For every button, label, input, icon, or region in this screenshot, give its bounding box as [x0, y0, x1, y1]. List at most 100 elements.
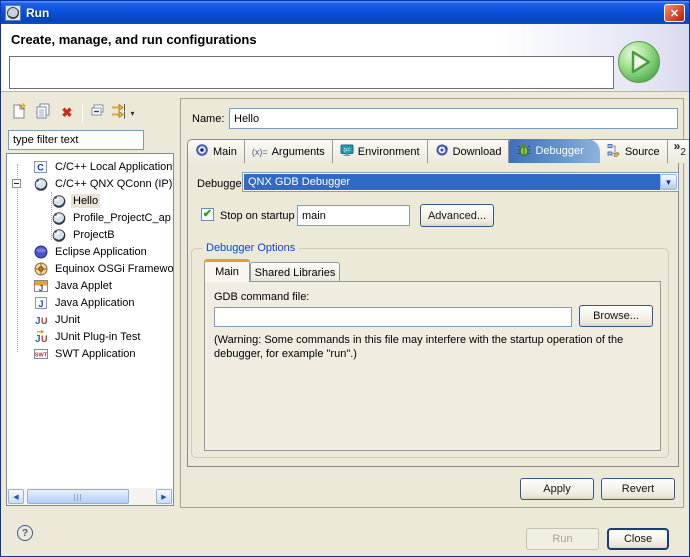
- filter-input[interactable]: [8, 130, 144, 150]
- run-dialog-icon: [5, 5, 21, 21]
- download-icon: [435, 143, 449, 160]
- environment-icon: (x=: [340, 143, 354, 160]
- toolbar-separator: [82, 104, 83, 122]
- arguments-icon: (x)=: [252, 147, 268, 157]
- tab-arguments[interactable]: (x)= Arguments: [245, 140, 333, 163]
- delete-button[interactable]: ✖: [55, 101, 79, 125]
- scroll-left-icon: ◀: [13, 493, 18, 501]
- scrollbar-thumb[interactable]: [27, 489, 129, 504]
- help-icon: ?: [22, 528, 28, 539]
- gdb-command-file-label: GDB command file:: [214, 291, 309, 303]
- svg-text:U: U: [41, 316, 48, 326]
- junit-icon: JU: [33, 312, 49, 328]
- apply-button[interactable]: Apply: [520, 478, 594, 500]
- help-button[interactable]: ?: [17, 525, 33, 541]
- svg-text:J: J: [35, 316, 41, 327]
- junit-plugin-icon: JU: [33, 329, 49, 345]
- gdb-warning-line1: (Warning: Some commands in this file may…: [214, 334, 623, 346]
- configurations-tree[interactable]: C C/C++ Local Application C/C++ QNX QCon…: [6, 153, 174, 506]
- configurations-toolbar: ✖ ▾: [7, 100, 134, 126]
- target-icon: [195, 143, 209, 160]
- debugger-label: Debugger:: [197, 178, 248, 190]
- gdb-command-file-input[interactable]: [214, 307, 572, 327]
- svg-text:J: J: [39, 283, 43, 292]
- stop-on-startup-input[interactable]: [297, 205, 410, 226]
- tab-overflow-count: 2: [680, 147, 686, 158]
- tree-item-cpp-local-application[interactable]: C C/C++ Local Application: [7, 158, 173, 175]
- dialog-header: Create, manage, and run configurations: [1, 24, 689, 92]
- debugger-select[interactable]: QNX GDB Debugger ▼: [242, 172, 679, 192]
- run-button: Run: [526, 528, 599, 550]
- collapse-expander-icon[interactable]: [12, 179, 21, 188]
- tree-item-junit-plugin-test[interactable]: JU JUnit Plug-in Test: [7, 328, 173, 345]
- svg-text:SWT: SWT: [35, 352, 48, 358]
- eclipse-icon: [33, 244, 49, 260]
- titlebar[interactable]: Run ✕: [1, 1, 689, 24]
- tab-overflow-button[interactable]: » 2: [668, 140, 690, 163]
- duplicate-icon: [34, 102, 52, 125]
- tree-horizontal-scrollbar[interactable]: ◀ ▶: [7, 488, 173, 505]
- collapse-all-button[interactable]: [86, 101, 110, 125]
- tree-item-java-applet[interactable]: J Java Applet: [7, 277, 173, 294]
- qnx-qconn-icon: [51, 227, 67, 243]
- name-input[interactable]: [229, 108, 678, 129]
- filter-icon: [110, 102, 130, 125]
- svg-text:U: U: [41, 334, 48, 344]
- new-configuration-button[interactable]: [7, 101, 31, 125]
- combo-dropdown-button[interactable]: ▼: [660, 174, 677, 190]
- qnx-qconn-icon: [51, 210, 67, 226]
- name-label: Name:: [192, 113, 224, 125]
- checkmark-icon: ✔: [203, 209, 212, 220]
- tree-item-junit[interactable]: JU JUnit: [7, 311, 173, 328]
- scroll-right-icon: ▶: [161, 493, 166, 501]
- chevron-down-icon: ▼: [665, 178, 673, 187]
- filter-button[interactable]: ▾: [110, 101, 134, 125]
- options-tab-shared-libraries[interactable]: Shared Libraries: [250, 262, 340, 282]
- tree-item-java-application[interactable]: J Java Application: [7, 294, 173, 311]
- svg-text:(x=: (x=: [343, 148, 350, 154]
- tab-environment[interactable]: (x= Environment: [333, 140, 428, 163]
- collapse-all-icon: [89, 102, 107, 125]
- scrollbar-grip: [74, 494, 83, 501]
- debugger-selected-value: QNX GDB Debugger: [244, 174, 660, 190]
- advanced-button[interactable]: Advanced...: [420, 204, 494, 227]
- tab-debugger[interactable]: Debugger: [509, 139, 599, 163]
- duplicate-button[interactable]: [31, 101, 55, 125]
- revert-button[interactable]: Revert: [601, 478, 675, 500]
- chevron-overflow-icon: »: [674, 141, 681, 151]
- svg-text:J: J: [38, 299, 43, 309]
- scroll-right-button[interactable]: ▶: [156, 489, 172, 504]
- tree-item-cpp-qnx-qconn[interactable]: C/C++ QNX QConn (IP): [7, 175, 173, 192]
- tree-item-hello[interactable]: Hello: [7, 192, 173, 209]
- delete-icon: ✖: [62, 105, 73, 121]
- window-title: Run: [26, 6, 49, 20]
- stop-on-startup-checkbox[interactable]: ✔: [201, 208, 214, 221]
- browse-button[interactable]: Browse...: [579, 305, 653, 327]
- source-icon: [607, 143, 621, 160]
- tree-item-equinox-osgi[interactable]: Equinox OSGi Framewor: [7, 260, 173, 277]
- dialog-header-title: Create, manage, and run configurations: [11, 32, 257, 47]
- options-tab-main[interactable]: Main: [204, 259, 250, 282]
- c-application-icon: C: [33, 159, 49, 175]
- svg-text:C: C: [37, 162, 44, 172]
- bug-icon: [517, 143, 531, 160]
- new-configuration-icon: [10, 102, 28, 125]
- tree-item-projectb[interactable]: ProjectB: [7, 226, 173, 243]
- run-dialog-window: Run ✕ Create, manage, and run configurat…: [0, 0, 690, 557]
- message-area: [9, 56, 614, 89]
- swt-icon: SWT: [33, 346, 49, 362]
- java-applet-icon: J: [33, 278, 49, 294]
- scroll-left-button[interactable]: ◀: [8, 489, 24, 504]
- close-window-button[interactable]: ✕: [664, 4, 685, 22]
- equinox-icon: [33, 261, 49, 277]
- gdb-warning-line2: debugger, for example "run".): [214, 348, 357, 360]
- qnx-qconn-icon: [33, 176, 49, 192]
- tree-item-eclipse-application[interactable]: Eclipse Application: [7, 243, 173, 260]
- tab-source[interactable]: Source: [600, 140, 668, 163]
- tab-main[interactable]: Main: [188, 140, 245, 163]
- tab-download[interactable]: Download: [428, 140, 510, 163]
- tree-item-profile-projectc[interactable]: Profile_ProjectC_ap: [7, 209, 173, 226]
- close-button[interactable]: Close: [607, 528, 669, 550]
- tree-item-swt-application[interactable]: SWT SWT Application: [7, 345, 173, 362]
- debugger-options-title: Debugger Options: [202, 242, 299, 254]
